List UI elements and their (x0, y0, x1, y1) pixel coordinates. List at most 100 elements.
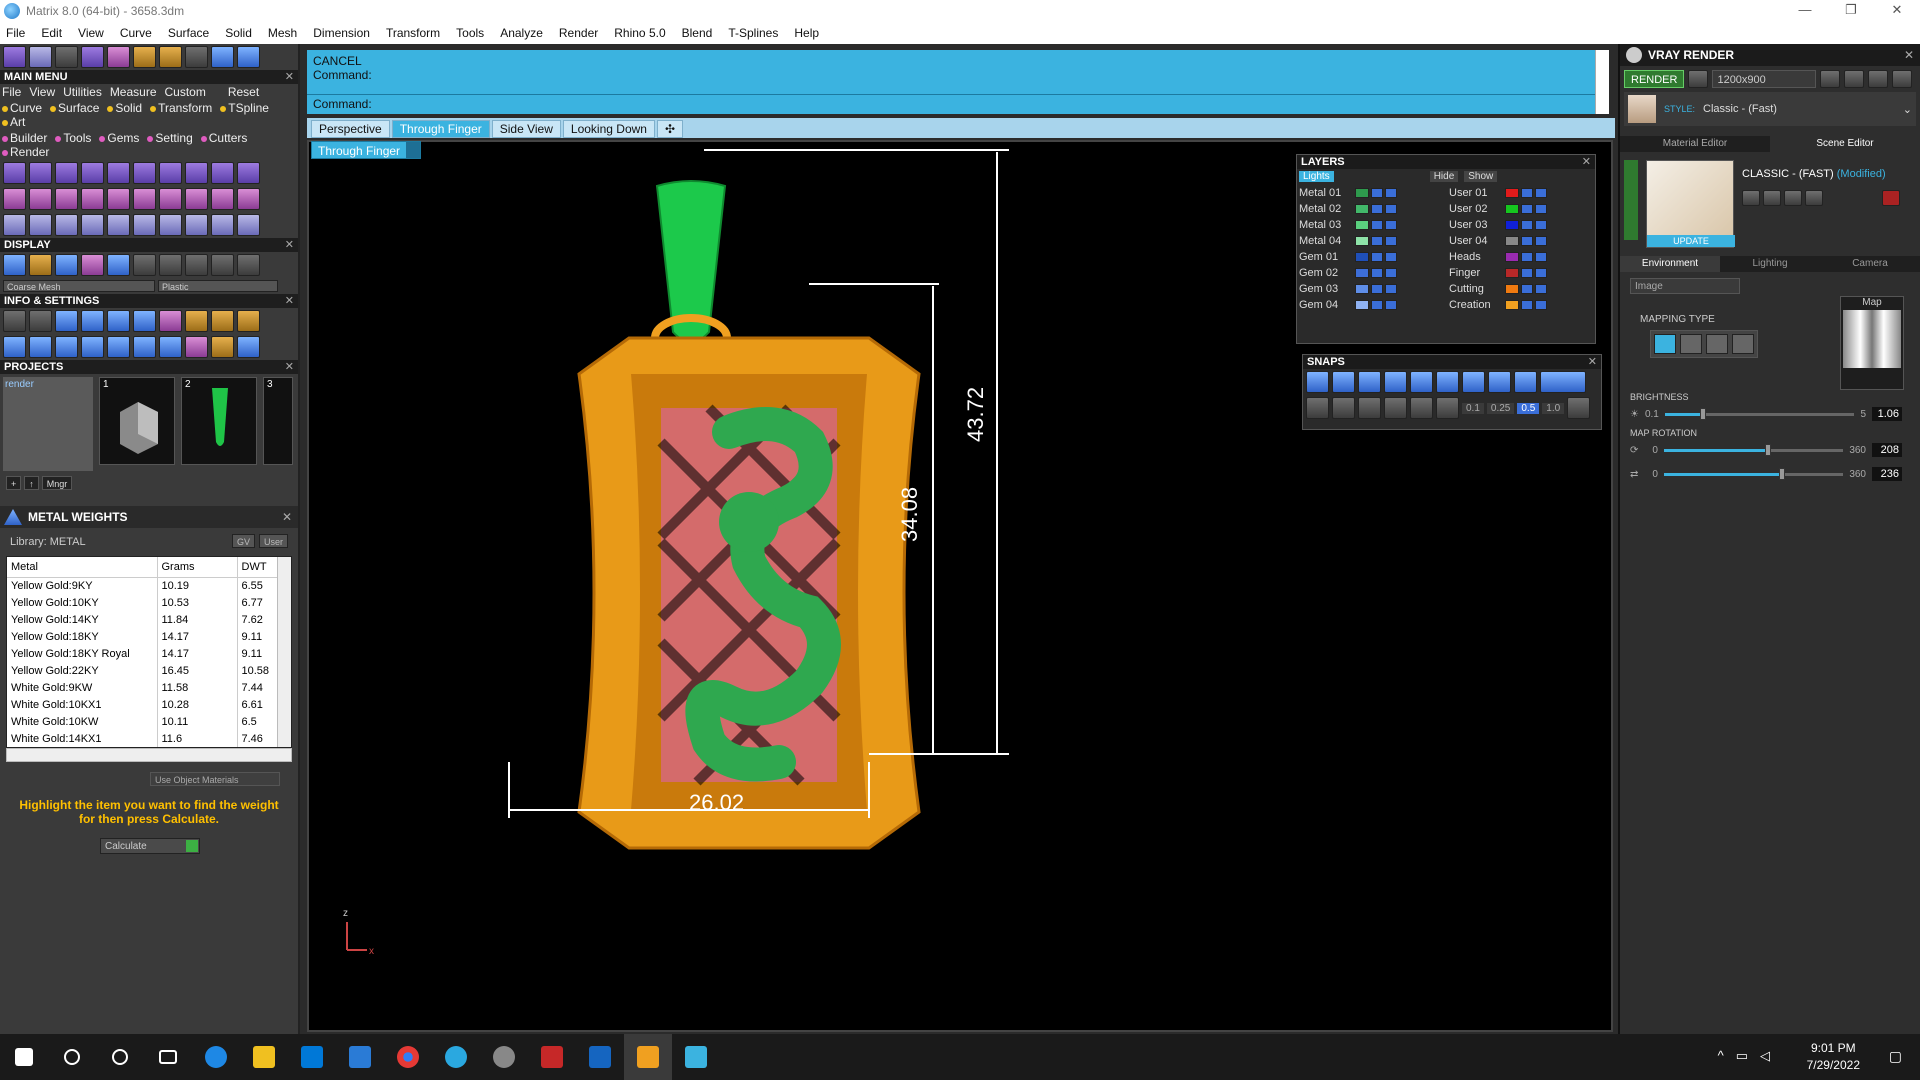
history-tool-icon[interactable] (133, 46, 156, 68)
transform-tool-icon[interactable] (3, 214, 26, 236)
save-as-icon[interactable] (1763, 190, 1781, 206)
menu-blend[interactable]: Blend (682, 26, 713, 40)
solid-tool-icon[interactable] (107, 162, 130, 184)
info-tool-icon[interactable] (107, 310, 130, 332)
mapping-cube-icon[interactable] (1680, 334, 1702, 354)
use-object-materials-toggle[interactable]: Use Object Materials (150, 772, 280, 786)
add-viewport-icon[interactable]: ✣ (656, 120, 684, 138)
snap-icon[interactable] (1332, 371, 1355, 393)
layer-metal-04[interactable]: Metal 04 (1299, 234, 1449, 248)
user-toggle[interactable]: User (258, 534, 288, 548)
snap-icon[interactable] (1358, 397, 1381, 419)
snap-icon[interactable] (1540, 371, 1586, 393)
layer-metal-03[interactable]: Metal 03 (1299, 218, 1449, 232)
mapping-sphere-icon[interactable] (1706, 334, 1728, 354)
info-tool-icon[interactable] (211, 310, 234, 332)
viewport-label[interactable]: Through Finger (311, 141, 422, 159)
map-rotation-track[interactable] (1663, 443, 1844, 456)
collapse-arrow-icon[interactable] (1624, 160, 1638, 240)
info-tool-icon[interactable] (29, 336, 52, 358)
map-rotation-2-value[interactable]: 236 (1872, 467, 1902, 481)
save-icon[interactable] (1742, 190, 1760, 206)
transform-tool-icon[interactable] (133, 214, 156, 236)
environment-map[interactable]: Map (1840, 296, 1904, 390)
layer-finger[interactable]: Finger (1449, 266, 1599, 280)
menu-analyze[interactable]: Analyze (500, 26, 543, 40)
mapping-screen-icon[interactable] (1732, 334, 1754, 354)
info-tool-icon[interactable] (3, 336, 26, 358)
history-tool-icon[interactable] (81, 46, 104, 68)
menu-tools[interactable]: Tools (456, 26, 484, 40)
chevron-up-icon[interactable]: ^ (1718, 1048, 1724, 1064)
snap-icon[interactable] (1436, 397, 1459, 419)
filter-icon[interactable] (107, 336, 130, 358)
lights-layer[interactable]: Lights (1299, 171, 1334, 182)
command-scrollbar[interactable] (1595, 50, 1609, 114)
add-icon[interactable] (1784, 190, 1802, 206)
menu-tsplines[interactable]: T-Splines (728, 26, 778, 40)
main-menu-cutters[interactable]: Cutters (200, 131, 247, 145)
main-menu-reset[interactable]: Reset (228, 85, 259, 99)
snap-icon[interactable] (1436, 371, 1459, 393)
table-row[interactable]: Yellow Gold:9KY 10.19 6.55 (7, 577, 283, 594)
main-menu-curve[interactable]: Curve (2, 101, 42, 115)
dragon-head[interactable] (719, 492, 779, 552)
curve-tool-icon[interactable] (55, 162, 78, 184)
camera-icon[interactable] (1688, 70, 1709, 88)
layer-cutting[interactable]: Cutting (1449, 282, 1599, 296)
transform-tool-icon[interactable] (81, 214, 104, 236)
table-row[interactable]: White Gold:14KX1 11.6 7.46 (7, 730, 283, 747)
reset-icon[interactable] (1882, 190, 1900, 206)
info-tool-icon[interactable] (81, 310, 104, 332)
snap-icon[interactable] (1514, 371, 1537, 393)
mapping-plane-icon[interactable] (1654, 334, 1676, 354)
shade-icon[interactable] (133, 254, 156, 276)
menu-view[interactable]: View (78, 26, 104, 40)
info-tool-icon[interactable] (159, 310, 182, 332)
chrome-icon[interactable] (384, 1034, 432, 1080)
info-tool-icon[interactable] (133, 310, 156, 332)
solid-tool-icon[interactable] (185, 188, 208, 210)
tab-through-finger[interactable]: Through Finger (391, 120, 490, 138)
main-menu-gems[interactable]: Gems (99, 131, 139, 145)
transform-tool-icon[interactable] (55, 214, 78, 236)
solid-tool-icon[interactable] (159, 162, 182, 184)
command-cancel[interactable]: CANCEL (313, 54, 1603, 68)
transform-tool-icon[interactable] (159, 214, 182, 236)
project-thumb-2[interactable]: 2 (181, 377, 257, 465)
map-rotation-2-slider[interactable]: ⇄ 0 360 236 (1630, 466, 1902, 482)
close-icon[interactable]: ✕ (1904, 44, 1914, 66)
brightness-track[interactable] (1664, 407, 1855, 420)
matrix-taskbar-icon-2[interactable] (672, 1034, 720, 1080)
solid-tool-icon[interactable] (55, 188, 78, 210)
rewind-icon[interactable] (1820, 70, 1841, 88)
map-rotation-value[interactable]: 208 (1872, 443, 1902, 457)
tab-scene-editor[interactable]: Scene Editor (1770, 136, 1920, 152)
snap-icon[interactable] (1462, 371, 1485, 393)
tab-material-editor[interactable]: Material Editor (1620, 136, 1770, 152)
grid-icon[interactable] (3, 254, 26, 276)
main-menu-utilities[interactable]: Utilities (63, 85, 102, 99)
info-tool-icon[interactable] (237, 310, 260, 332)
snap-value-1-0[interactable]: 1.0 (1542, 402, 1565, 414)
project-thumb-3[interactable]: 3 (263, 377, 293, 465)
info-tool-icon[interactable] (55, 336, 78, 358)
history-tool-icon[interactable] (185, 46, 208, 68)
tab-perspective[interactable]: Perspective (311, 120, 390, 138)
layer-user-01[interactable]: User 01 (1449, 186, 1599, 200)
shade-icon[interactable] (55, 254, 78, 276)
list-icon[interactable] (1868, 70, 1889, 88)
info-tool-icon[interactable] (185, 310, 208, 332)
maximize-button[interactable]: ❐ (1828, 0, 1874, 22)
project-thumb-1[interactable]: 1 (99, 377, 175, 465)
close-icon[interactable]: ✕ (285, 70, 294, 84)
main-menu-file[interactable]: File (2, 85, 21, 99)
frame-buffer-icon[interactable] (1844, 70, 1865, 88)
search-icon[interactable] (29, 310, 52, 332)
main-menu-render[interactable]: Render (2, 145, 49, 159)
settings-icon[interactable] (3, 310, 26, 332)
project-list-item[interactable]: render (5, 379, 91, 390)
solid-tool-icon[interactable] (107, 188, 130, 210)
solid-tool-icon[interactable] (159, 188, 182, 210)
column-header-dwt[interactable]: DWT (237, 557, 283, 578)
